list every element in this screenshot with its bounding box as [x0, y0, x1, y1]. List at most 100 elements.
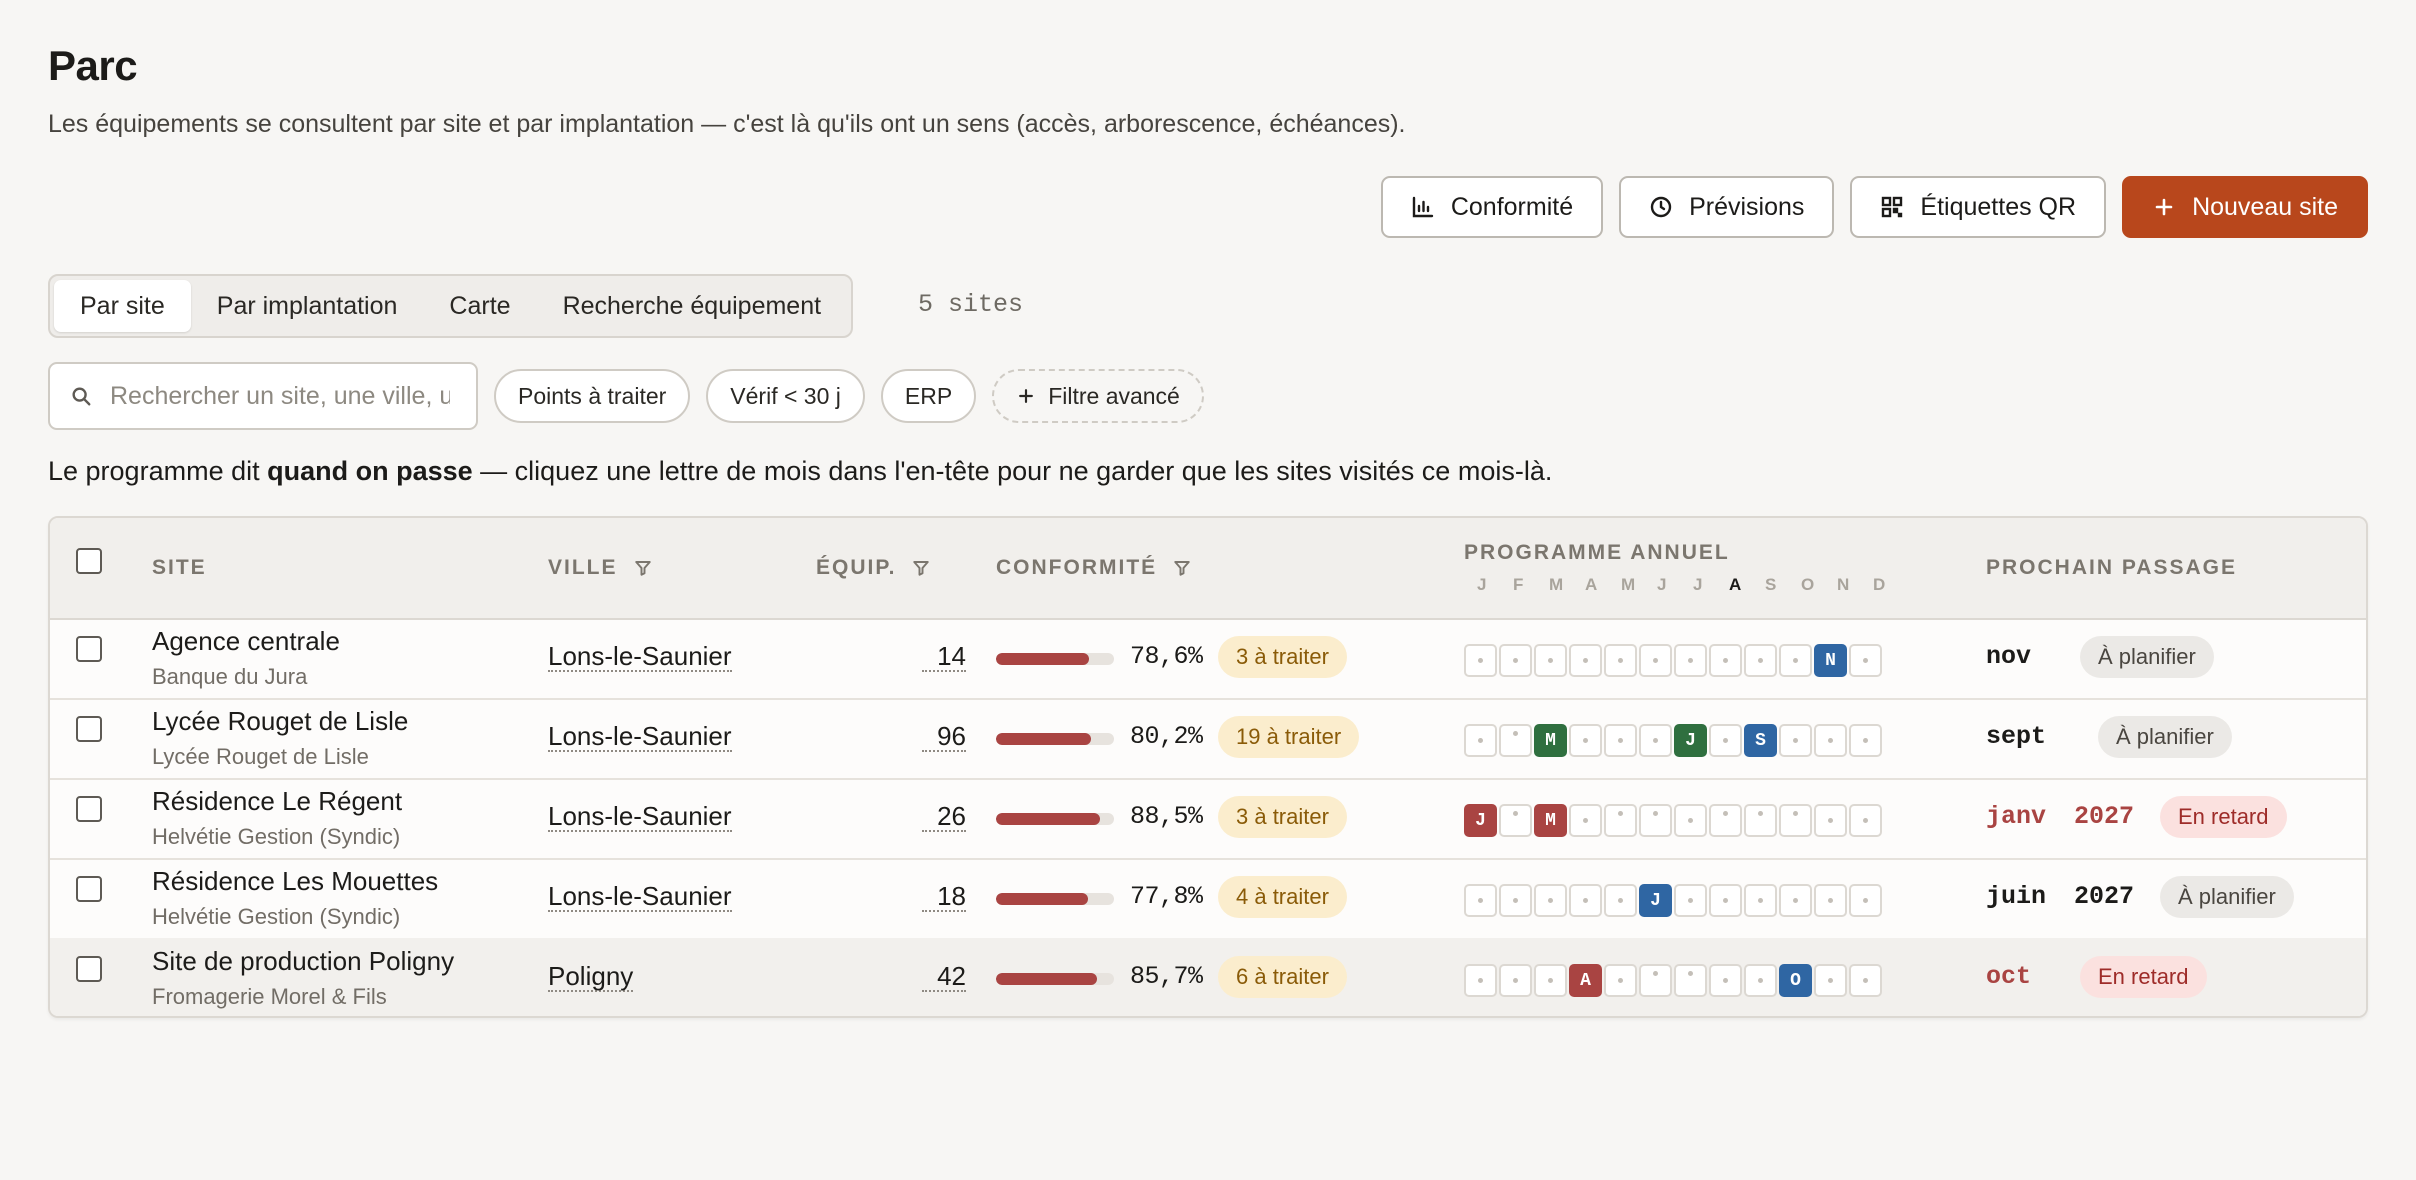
month-letter[interactable]: J — [1680, 575, 1716, 595]
next-visit-month: oct — [1986, 962, 2032, 991]
annual-program-calendar: N — [1464, 644, 1882, 677]
points-to-process-badge[interactable]: 19 à traiter — [1218, 716, 1360, 758]
site-name[interactable]: Site de production Poligny — [152, 946, 454, 977]
month-slot-visit[interactable]: A — [1569, 964, 1602, 997]
site-name[interactable]: Résidence Le Régent — [152, 786, 402, 817]
previsions-button[interactable]: Prévisions — [1619, 176, 1835, 238]
action-bar: Conformité Prévisions Étiquettes QR Nouv… — [1380, 176, 2368, 238]
conformity-percent: 77,8% — [1130, 882, 1203, 911]
equipment-count-link[interactable]: 18 — [922, 882, 966, 912]
filter-icon[interactable] — [634, 559, 652, 577]
plus-icon — [2155, 198, 2173, 216]
month-letter[interactable]: S — [1752, 575, 1788, 595]
table-row[interactable]: Lycée Rouget de Lisle Lycée Rouget de Lis… — [50, 698, 2366, 780]
dot-icon — [1723, 978, 1728, 983]
month-slot-visit[interactable]: O — [1779, 964, 1812, 997]
chip-verif-30j[interactable]: Vérif < 30 j — [706, 369, 865, 423]
site-ville-link[interactable]: Lons-le-Saunier — [548, 882, 732, 912]
conformity-bar-fill — [996, 893, 1088, 905]
site-ville-link[interactable]: Lons-le-Saunier — [548, 722, 732, 752]
tab-par-site[interactable]: Par site — [54, 280, 191, 332]
month-slot-empty — [1639, 724, 1672, 757]
nouveau-site-button[interactable]: Nouveau site — [2122, 176, 2368, 238]
annual-program-calendar: J — [1464, 884, 1882, 917]
month-letter[interactable]: F — [1500, 575, 1536, 595]
row-checkbox[interactable] — [76, 956, 102, 982]
chip-erp[interactable]: ERP — [880, 369, 977, 423]
month-letter[interactable]: A — [1716, 575, 1752, 595]
conformity-percent: 80,2% — [1130, 722, 1203, 751]
equipment-count-link[interactable]: 42 — [922, 962, 966, 992]
header-conformite: CONFORMITÉ — [996, 518, 1191, 618]
month-letter[interactable]: M — [1608, 575, 1644, 595]
month-letter[interactable]: J — [1464, 575, 1500, 595]
month-slot-visit[interactable]: N — [1814, 644, 1847, 677]
dot-icon — [1723, 811, 1728, 816]
month-slot-empty — [1709, 884, 1742, 917]
month-slot-empty — [1569, 644, 1602, 677]
table-row[interactable]: Résidence Le Régent Helvétie Gestion (Syn… — [50, 778, 2366, 860]
month-slot-visit[interactable]: J — [1639, 884, 1672, 917]
points-to-process-badge[interactable]: 3 à traiter — [1218, 636, 1347, 678]
row-checkbox[interactable] — [76, 716, 102, 742]
month-slot-visit[interactable]: M — [1534, 724, 1567, 757]
dot-icon — [1618, 811, 1623, 816]
points-to-process-badge[interactable]: 4 à traiter — [1218, 876, 1347, 918]
dot-icon — [1583, 898, 1588, 903]
dot-icon — [1828, 818, 1833, 823]
hint-text-after: — cliquez une lettre de mois dans l'en-t… — [472, 456, 1553, 486]
month-slot-empty — [1709, 804, 1742, 837]
site-ville-link[interactable]: Lons-le-Saunier — [548, 802, 732, 832]
month-slot-visit[interactable]: J — [1464, 804, 1497, 837]
advanced-filter-button[interactable]: Filtre avancé — [992, 369, 1204, 423]
equipment-count-link[interactable]: 14 — [922, 642, 966, 672]
month-letter[interactable]: J — [1644, 575, 1680, 595]
table-row[interactable]: Site de production Poligny Fromagerie Mor… — [50, 938, 2366, 1016]
month-slot-visit[interactable]: S — [1744, 724, 1777, 757]
conformite-button[interactable]: Conformité — [1380, 176, 1604, 238]
month-letter[interactable]: M — [1536, 575, 1572, 595]
month-letter[interactable]: O — [1788, 575, 1824, 595]
equipment-count-link[interactable]: 26 — [922, 802, 966, 832]
dot-icon — [1583, 818, 1588, 823]
month-letter[interactable]: A — [1572, 575, 1608, 595]
filter-icon[interactable] — [912, 559, 930, 577]
month-slot-visit[interactable]: J — [1674, 724, 1707, 757]
site-name[interactable]: Lycée Rouget de Lisle — [152, 706, 408, 737]
site-ville-link[interactable]: Poligny — [548, 962, 634, 992]
dot-icon — [1863, 818, 1868, 823]
site-client: Helvétie Gestion (Syndic) — [152, 904, 401, 929]
row-checkbox[interactable] — [76, 636, 102, 662]
tab-recherche-equipement[interactable]: Recherche équipement — [537, 280, 848, 332]
site-name[interactable]: Agence centrale — [152, 626, 340, 657]
site-name[interactable]: Résidence Les Mouettes — [152, 866, 438, 897]
points-to-process-badge[interactable]: 6 à traiter — [1218, 956, 1347, 998]
tab-carte[interactable]: Carte — [423, 280, 536, 332]
etiquettes-qr-button[interactable]: Étiquettes QR — [1850, 176, 2107, 238]
table-row[interactable]: Résidence Les Mouettes Helvétie Gestion (… — [50, 858, 2366, 940]
select-all-checkbox[interactable] — [76, 548, 102, 574]
search-box[interactable] — [48, 362, 478, 430]
site-ville-link[interactable]: Lons-le-Saunier — [548, 642, 732, 672]
dot-icon — [1863, 978, 1868, 983]
filter-icon[interactable] — [1173, 559, 1191, 577]
dot-icon — [1688, 818, 1693, 823]
search-input[interactable] — [108, 380, 452, 412]
table-row[interactable]: Agence centrale Banque du Jura Lons-le-Sau… — [50, 618, 2366, 700]
dot-icon — [1653, 971, 1658, 976]
row-checkbox[interactable] — [76, 796, 102, 822]
month-letter[interactable]: D — [1860, 575, 1896, 595]
next-visit-year: 2027 — [2074, 882, 2135, 911]
month-letter[interactable]: N — [1824, 575, 1860, 595]
equipment-count-link[interactable]: 96 — [922, 722, 966, 752]
dot-icon — [1828, 898, 1833, 903]
annual-program-calendar: AO — [1464, 964, 1882, 997]
header-programme-label: PROGRAMME ANNUEL — [1464, 541, 1730, 564]
plus-icon — [1019, 389, 1034, 403]
chip-points-a-traiter[interactable]: Points à traiter — [494, 369, 691, 423]
points-to-process-badge[interactable]: 3 à traiter — [1218, 796, 1347, 838]
month-slot-visit[interactable]: M — [1534, 804, 1567, 837]
month-slot-empty — [1849, 644, 1882, 677]
tab-par-implantation[interactable]: Par implantation — [191, 280, 424, 332]
row-checkbox[interactable] — [76, 876, 102, 902]
